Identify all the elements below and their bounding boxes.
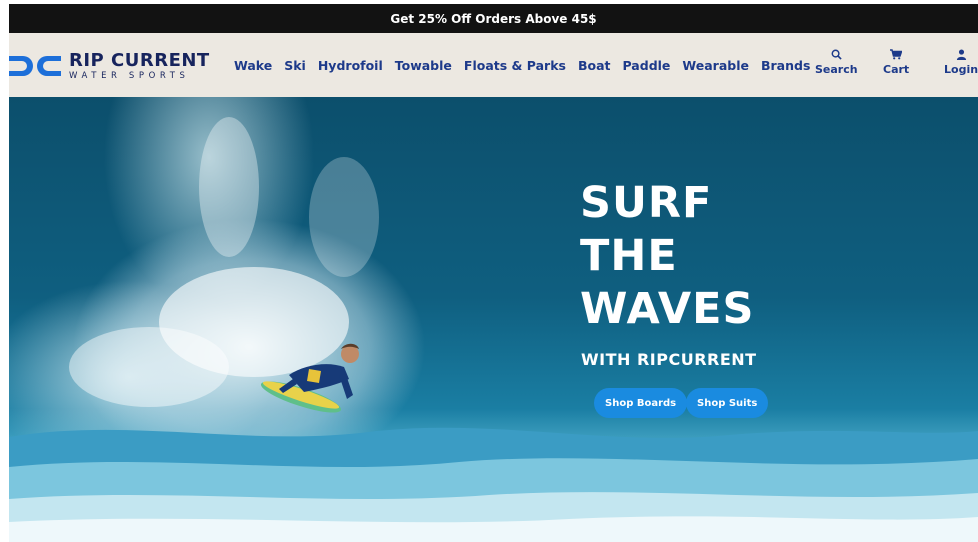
brand-name: RIP CURRENT: [69, 49, 210, 71]
hero-banner: SURF THE WAVES WITH RIPCURRENT Shop Boar…: [9, 97, 978, 542]
shop-boards-button[interactable]: Shop Boards: [594, 388, 688, 418]
nav-item-wake[interactable]: Wake: [234, 58, 272, 73]
nav-item-towable[interactable]: Towable: [395, 58, 452, 73]
search-button[interactable]: Search: [815, 49, 858, 76]
logo-mark-icon: [9, 56, 61, 76]
nav-item-boat[interactable]: Boat: [578, 58, 611, 73]
cart-button[interactable]: Cart: [883, 49, 909, 76]
search-icon: [831, 49, 842, 60]
nav-item-paddle[interactable]: Paddle: [622, 58, 670, 73]
promo-text: Get 25% Off Orders Above 45$: [390, 11, 597, 26]
user-icon: [956, 49, 966, 60]
hero-headline: SURF THE WAVES: [580, 177, 754, 336]
nav-item-brands[interactable]: Brands: [761, 58, 810, 73]
brand-logo[interactable]: RIP CURRENT WATER SPORTS: [9, 49, 210, 81]
headline-line: WAVES: [580, 284, 755, 334]
nav-item-floats-parks[interactable]: Floats & Parks: [464, 58, 566, 73]
search-label: Search: [815, 63, 858, 76]
spray-cloud: [199, 117, 259, 257]
cart-label: Cart: [883, 63, 910, 76]
page: Get 25% Off Orders Above 45$ RIP CURRENT…: [9, 4, 978, 542]
promo-banner: Get 25% Off Orders Above 45$: [9, 4, 978, 33]
surfer-figure: [260, 343, 359, 413]
shop-suits-button[interactable]: Shop Suits: [686, 388, 769, 418]
headline-line: SURF: [580, 178, 713, 228]
cart-icon: [890, 49, 903, 60]
brand-tagline: WATER SPORTS: [69, 70, 190, 81]
nav-item-hydrofoil[interactable]: Hydrofoil: [318, 58, 383, 73]
nav-item-ski[interactable]: Ski: [284, 58, 306, 73]
main-menu: Wake Ski Hydrofoil Towable Floats & Park…: [234, 33, 822, 97]
header-nav: RIP CURRENT WATER SPORTS Wake Ski Hydrof…: [9, 33, 978, 97]
login-button[interactable]: Login: [944, 49, 978, 76]
headline-line: THE: [580, 231, 678, 281]
login-label: Login: [944, 63, 978, 76]
wave-foam: [9, 427, 978, 542]
hero-subheadline: WITH RIPCURRENT: [581, 350, 757, 369]
spray-cloud: [69, 327, 229, 407]
spray-cloud: [309, 157, 379, 277]
nav-item-wearable[interactable]: Wearable: [682, 58, 749, 73]
